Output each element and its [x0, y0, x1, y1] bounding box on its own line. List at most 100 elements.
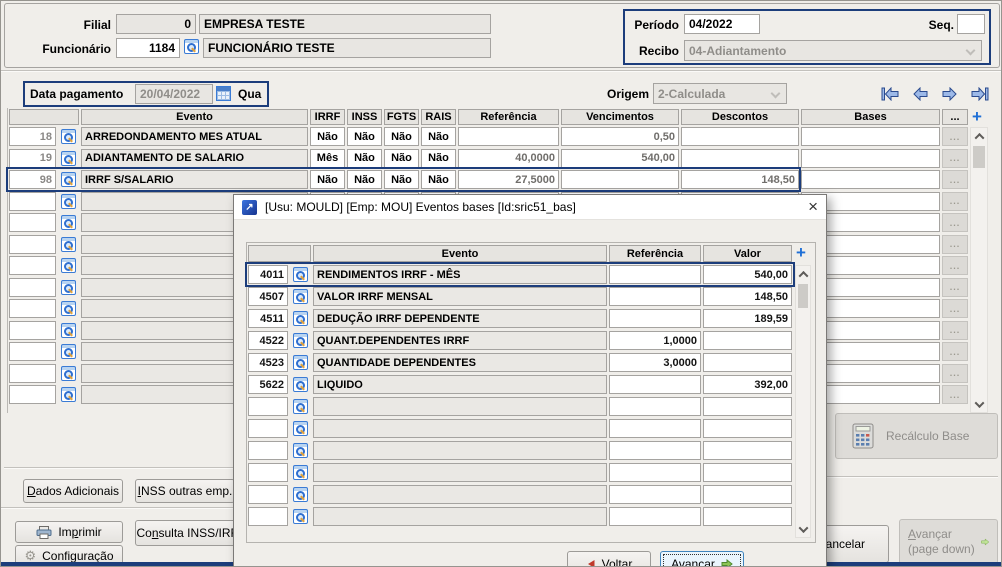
scroll-down-button[interactable]	[971, 396, 987, 412]
search-icon-button[interactable]	[58, 127, 79, 146]
close-icon[interactable]: ×	[808, 196, 818, 218]
row-code-cell[interactable]	[9, 321, 56, 340]
scrollbar-thumb[interactable]	[798, 284, 808, 308]
dialog-scrollbar[interactable]	[795, 265, 811, 538]
inss-cell[interactable]: Não	[347, 170, 382, 189]
nav-last-button[interactable]	[967, 84, 993, 104]
search-icon-button[interactable]	[58, 321, 79, 340]
vencimentos-cell[interactable]: 0,50	[561, 127, 679, 146]
search-icon-button[interactable]	[58, 235, 79, 254]
search-icon-button[interactable]	[290, 287, 311, 306]
valor-cell[interactable]: 540,00	[703, 265, 792, 284]
dialog-table-row[interactable]: 4507VALOR IRRF MENSAL148,50	[248, 287, 792, 306]
evento-cell[interactable]	[313, 507, 607, 526]
dialog-table-row[interactable]: 4522QUANT.DEPENDENTES IRRF1,0000	[248, 331, 792, 350]
row-code-cell[interactable]	[9, 342, 56, 361]
rais-cell[interactable]: Não	[421, 149, 456, 168]
data-pagamento-field[interactable]: 20/04/2022	[135, 84, 213, 104]
filial-code-field[interactable]: 0	[116, 14, 196, 34]
main-table-row[interactable]: 18ARREDONDAMENTO MES ATUALNãoNãoNãoNão0,…	[9, 127, 968, 146]
referencia-cell[interactable]: 40,0000	[458, 149, 559, 168]
evento-cell[interactable]: DEDUÇÃO IRRF DEPENDENTE	[313, 309, 607, 328]
vencimentos-cell[interactable]: 540,00	[561, 149, 679, 168]
search-icon-button[interactable]	[290, 441, 311, 460]
scroll-down-button[interactable]	[796, 521, 810, 537]
referencia-cell[interactable]: 1,0000	[609, 331, 701, 350]
main-table-scrollbar[interactable]	[970, 127, 988, 413]
row-more-button[interactable]: ...	[942, 127, 968, 146]
irrf-cell[interactable]: Mês	[310, 149, 345, 168]
row-more-button[interactable]: ...	[942, 364, 968, 383]
bases-cell[interactable]	[801, 170, 940, 189]
row-code-cell[interactable]: 18	[9, 127, 56, 146]
evento-cell[interactable]	[313, 485, 607, 504]
search-icon-button[interactable]	[290, 309, 311, 328]
valor-cell[interactable]	[703, 441, 792, 460]
fgts-cell[interactable]: Não	[384, 149, 419, 168]
main-table-row[interactable]: 98IRRF S/SALARIONãoNãoNãoNão27,5000148,5…	[9, 170, 968, 189]
referencia-cell[interactable]	[609, 375, 701, 394]
valor-cell[interactable]: 392,00	[703, 375, 792, 394]
row-code-cell[interactable]	[248, 463, 288, 482]
row-code-cell[interactable]	[9, 299, 56, 318]
row-more-button[interactable]: ...	[942, 235, 968, 254]
row-code-cell[interactable]	[248, 507, 288, 526]
referencia-cell[interactable]	[609, 397, 701, 416]
row-code-cell[interactable]	[248, 441, 288, 460]
referencia-cell[interactable]: 27,5000	[458, 170, 559, 189]
fgts-cell[interactable]: Não	[384, 170, 419, 189]
irrf-cell[interactable]: Não	[310, 127, 345, 146]
recibo-dropdown[interactable]: 04-Adiantamento	[684, 40, 982, 61]
funcionario-search-button[interactable]	[181, 39, 202, 54]
evento-cell[interactable]: QUANTIDADE DEPENDENTES	[313, 353, 607, 372]
referencia-cell[interactable]	[609, 507, 701, 526]
search-icon-button[interactable]	[290, 375, 311, 394]
dialog-table-row[interactable]	[248, 397, 792, 416]
dialog-title-bar[interactable]: ↗ [Usu: MOULD] [Emp: MOU] Eventos bases …	[234, 195, 826, 220]
row-code-cell[interactable]	[9, 385, 56, 404]
evento-cell[interactable]	[313, 419, 607, 438]
evento-cell[interactable]	[313, 397, 607, 416]
row-more-button[interactable]: ...	[942, 342, 968, 361]
funcionario-code-field[interactable]: 1184	[116, 38, 180, 58]
scrollbar-thumb[interactable]	[973, 146, 985, 168]
search-icon-button[interactable]	[58, 213, 79, 232]
evento-cell[interactable]: IRRF S/SALARIO	[81, 170, 308, 189]
row-more-button[interactable]: ...	[942, 256, 968, 275]
valor-cell[interactable]: 148,50	[703, 287, 792, 306]
row-code-cell[interactable]: 4507	[248, 287, 288, 306]
search-icon-button[interactable]	[58, 256, 79, 275]
search-icon-button[interactable]	[58, 342, 79, 361]
valor-cell[interactable]	[703, 463, 792, 482]
valor-cell[interactable]	[703, 397, 792, 416]
evento-cell[interactable]	[313, 463, 607, 482]
valor-cell[interactable]	[703, 419, 792, 438]
referencia-cell[interactable]	[458, 127, 559, 146]
seq-field[interactable]	[957, 14, 985, 34]
row-more-button[interactable]: ...	[942, 321, 968, 340]
avancar-button[interactable]: Avançar	[660, 551, 744, 567]
row-code-cell[interactable]: 5622	[248, 375, 288, 394]
imprimir-button[interactable]: Imprimir	[15, 521, 123, 543]
search-icon-button[interactable]	[58, 149, 79, 168]
inss-outras-emp-button[interactable]: INSS outras emp.	[135, 479, 235, 503]
row-code-cell[interactable]: 19	[9, 149, 56, 168]
row-code-cell[interactable]	[9, 235, 56, 254]
referencia-cell[interactable]	[609, 309, 701, 328]
row-code-cell[interactable]: 4522	[248, 331, 288, 350]
main-table-row[interactable]: 19ADIANTAMENTO DE SALARIOMêsNãoNãoNão40,…	[9, 149, 968, 168]
irrf-cell[interactable]: Não	[310, 170, 345, 189]
dialog-table-row[interactable]	[248, 419, 792, 438]
dialog-table-row[interactable]: 5622LIQUIDO392,00	[248, 375, 792, 394]
row-code-cell[interactable]	[248, 485, 288, 504]
row-code-cell[interactable]	[248, 419, 288, 438]
row-more-button[interactable]: ...	[942, 192, 968, 211]
descontos-cell[interactable]: 148,50	[681, 170, 799, 189]
row-more-button[interactable]: ...	[942, 385, 968, 404]
referencia-cell[interactable]: 3,0000	[609, 353, 701, 372]
voltar-button[interactable]: Voltar	[567, 551, 651, 567]
rais-cell[interactable]: Não	[421, 127, 456, 146]
search-icon-button[interactable]	[290, 353, 311, 372]
dialog-table-row[interactable]	[248, 463, 792, 482]
search-icon-button[interactable]	[290, 265, 311, 284]
